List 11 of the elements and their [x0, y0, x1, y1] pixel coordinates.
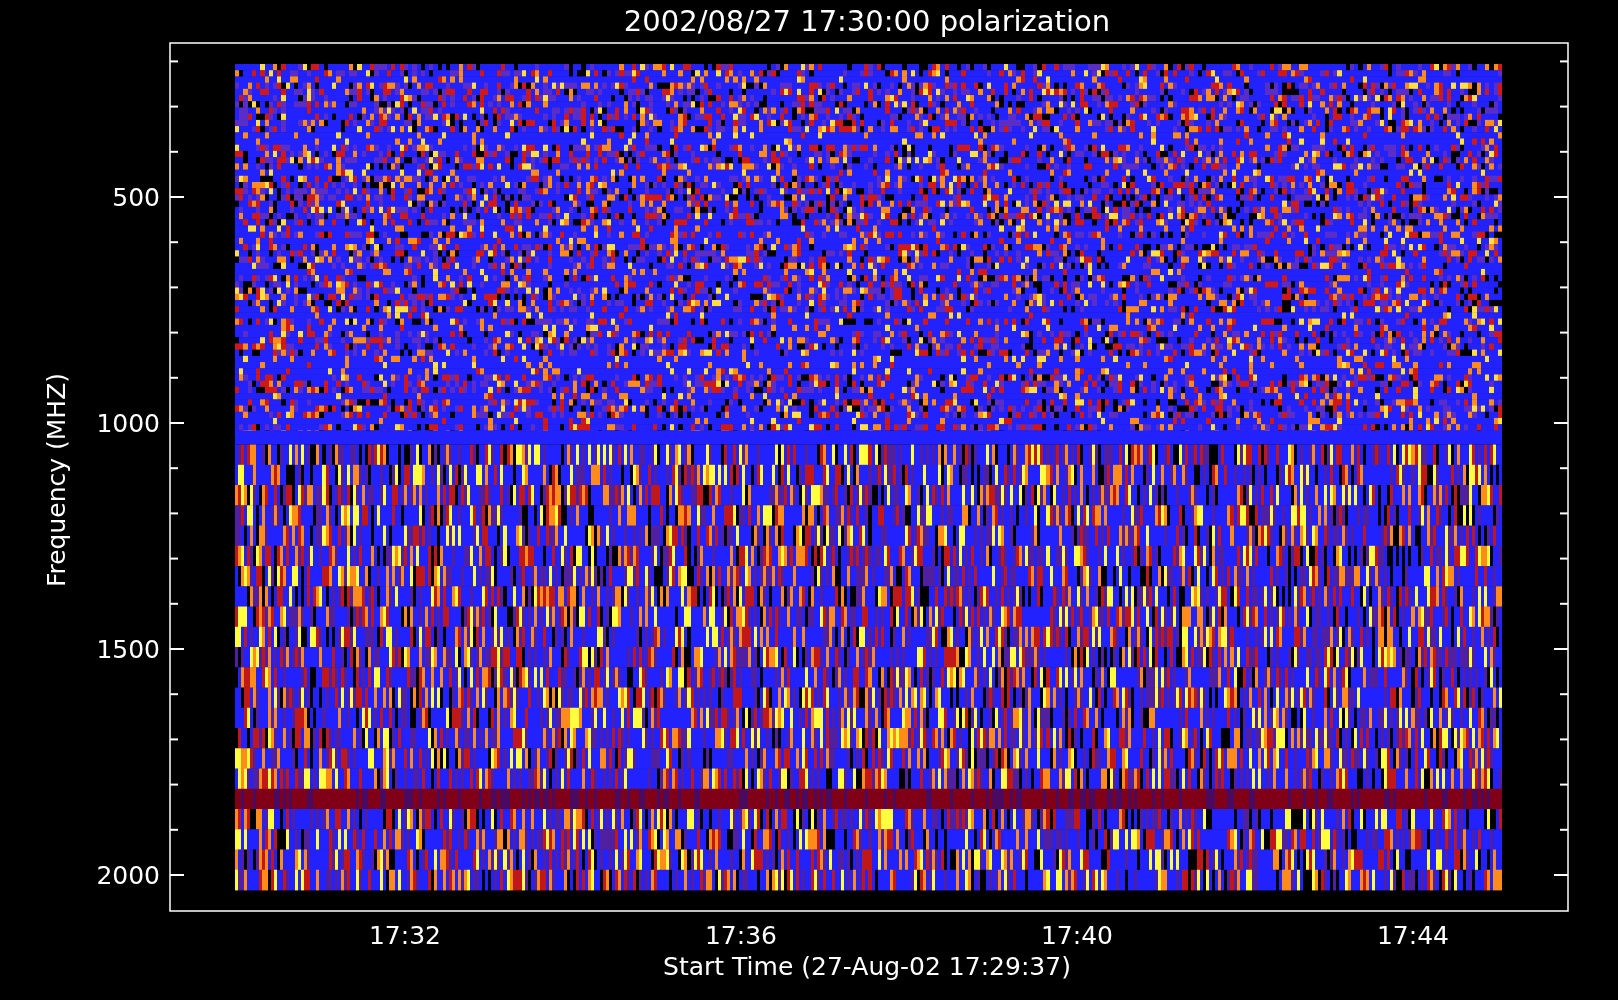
plot-title: 2002/08/27 17:30:00 polarization — [623, 4, 1111, 38]
y-tick-label: 2000 — [96, 861, 160, 890]
x-tick-label: 17:44 — [1377, 921, 1449, 950]
x-tick-label: 17:36 — [705, 921, 777, 950]
y-tick-label: 1500 — [96, 635, 160, 664]
x-axis-label: Start Time (27-Aug-02 17:29:37) — [663, 952, 1071, 981]
y-tick-label: 500 — [112, 183, 160, 212]
x-tick-label: 17:32 — [369, 921, 441, 950]
x-tick-label: 17:40 — [1041, 921, 1113, 950]
y-tick-label: 1000 — [96, 409, 160, 438]
y-axis-label: Frequency (MHZ) — [42, 372, 71, 588]
